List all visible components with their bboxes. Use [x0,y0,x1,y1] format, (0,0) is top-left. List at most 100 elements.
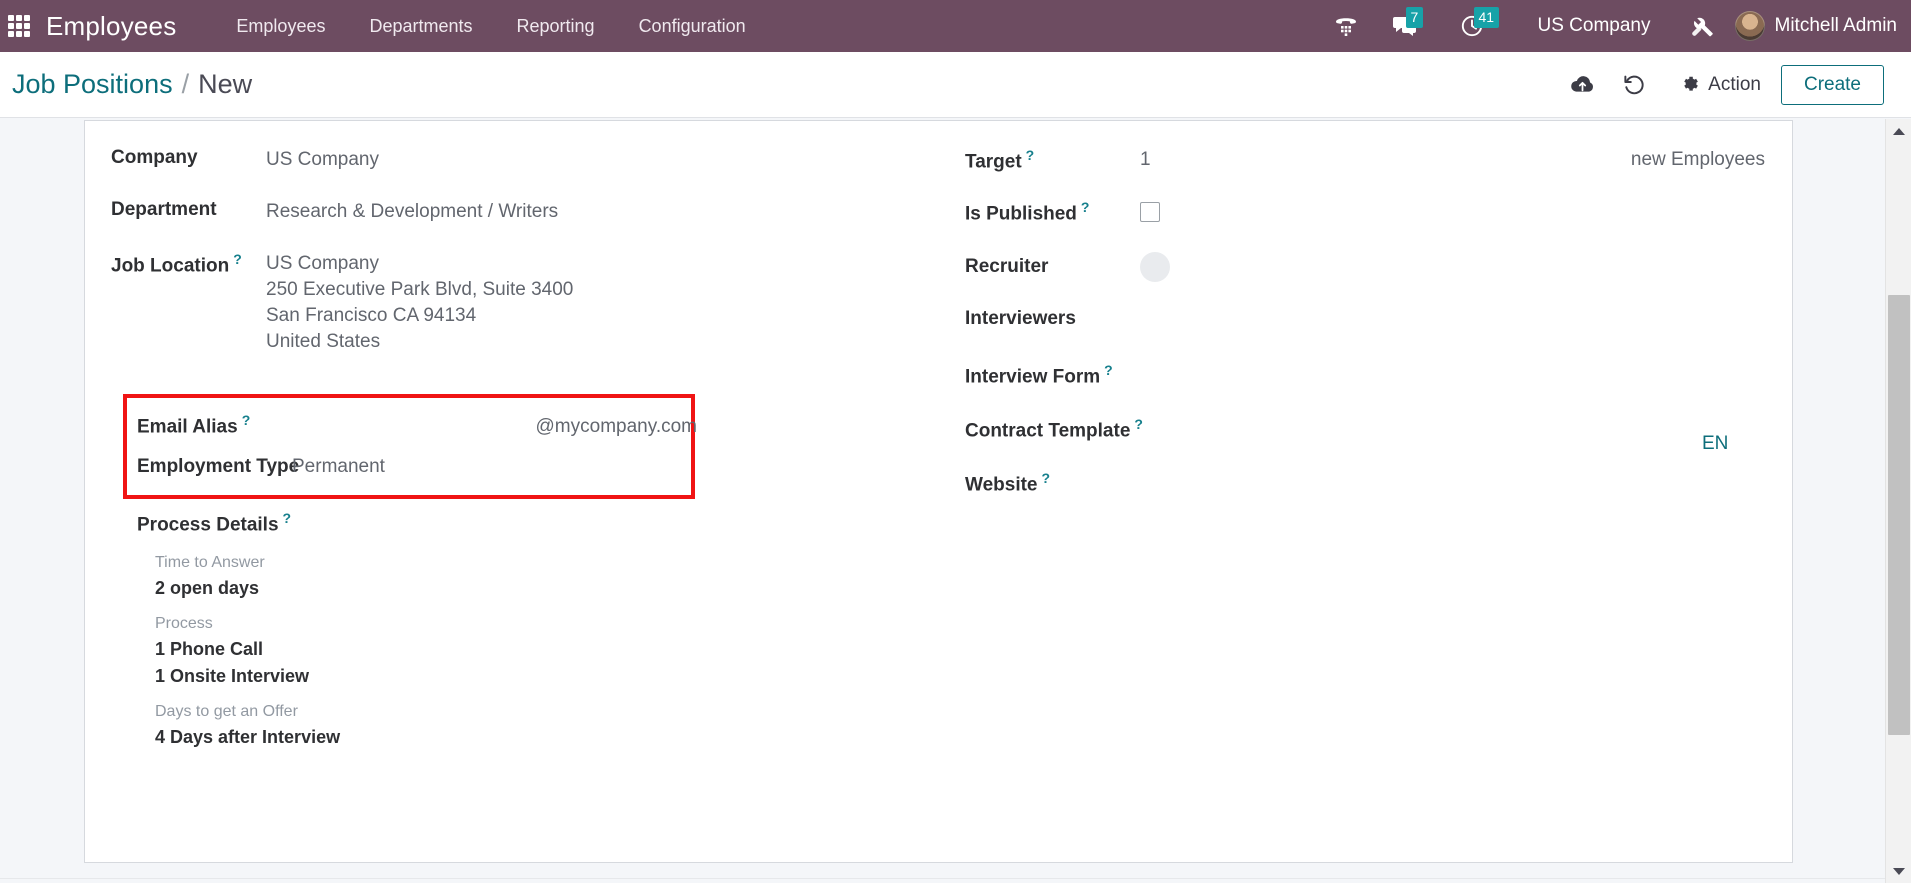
language-badge-en[interactable]: EN [1702,433,1728,455]
field-department: Department Research & Development / Writ… [111,199,941,225]
field-label-employment-type: Employment Type [137,456,300,477]
field-value-contract-template[interactable] [1140,416,1145,442]
field-value-department[interactable]: Research & Development / Writers [266,199,558,225]
field-website: Website? [965,470,1765,496]
field-label-website: Website? [965,470,1051,496]
field-company: Company US Company [111,147,941,173]
job-location-line-2: 250 Executive Park Blvd, Suite 3400 [266,279,574,301]
content-area: Company US Company Department Research &… [0,119,1880,883]
process-value: 4 Days after Interview [155,726,341,747]
help-tooltip-icon[interactable]: ? [1081,199,1090,215]
field-value-interview-form[interactable] [1140,362,1145,388]
process-value: 2 open days [155,578,260,599]
gear-icon [1684,76,1699,91]
top-navbar: Employees Employees Departments Reportin… [0,0,1911,52]
field-employment-type: Employment Type Permanent [137,454,385,480]
help-tooltip-icon[interactable]: ? [1104,362,1113,378]
highlight-rectangle [123,394,695,499]
field-label-recruiter: Recruiter [965,255,1049,277]
menu-item-departments[interactable]: Departments [347,16,494,37]
scroll-up-arrow-icon[interactable] [1886,119,1911,143]
cloud-upload-icon[interactable] [1570,72,1595,97]
scrollbar-thumb[interactable] [1888,295,1910,735]
field-interview-form: Interview Form? [965,362,1765,388]
field-value-job-location[interactable]: US Company 250 Executive Park Blvd, Suit… [266,251,573,355]
field-label-job-location: Job Location? [111,251,242,277]
user-avatar [1734,11,1765,41]
bottom-strip [0,878,1885,883]
process-details-title: Process Details? [137,510,292,536]
process-group-process: Process 1 Phone Call 1 Onsite Interview [155,615,340,688]
job-location-line-1: US Company [266,253,379,275]
help-tooltip-icon[interactable]: ? [283,510,292,526]
activities-count-badge: 41 [1473,7,1500,28]
field-email-alias: Email Alias? @mycompany.com [137,412,697,438]
field-label-interview-form: Interview Form? [965,361,1113,387]
field-target: Target? 1 new Employees [965,147,1765,173]
field-is-published: Is Published? [965,199,1765,225]
field-label-target: Target? [965,147,1035,173]
company-switcher[interactable]: US Company [1538,15,1651,37]
breadcrumb: Job Positions / New [12,69,252,100]
activities-menu[interactable]: 41 [1460,7,1500,38]
job-location-line-4: United States [266,331,381,353]
field-label-contract-template: Contract Template? [965,416,1143,442]
help-tooltip-icon[interactable]: ? [1026,147,1035,163]
phone-dialpad-icon[interactable] [1334,14,1358,38]
tools-icon[interactable] [1689,13,1715,39]
menu-item-employees[interactable]: Employees [214,16,347,37]
field-value-website[interactable] [1140,470,1145,496]
field-label-email-alias: Email Alias? [137,412,251,438]
action-button-label: Action [1708,73,1761,95]
field-value-company[interactable]: US Company [266,147,379,173]
process-key: Process [155,615,213,633]
create-button[interactable]: Create [1780,64,1884,105]
recruiter-avatar[interactable] [1140,251,1170,282]
user-name-label: Mitchell Admin [1774,15,1898,36]
field-label-interviewers: Interviewers [965,307,1076,329]
field-label-department: Department [111,199,217,221]
field-value-employment-type[interactable]: Permanent [292,454,385,480]
field-recruiter: Recruiter [965,251,1765,282]
form-sheet: Company US Company Department Research &… [84,120,1793,863]
app-brand-employees[interactable]: Employees [46,11,176,42]
field-value-target[interactable]: 1 [1140,149,1190,171]
field-value-email-alias-domain[interactable]: @mycompany.com [536,416,697,438]
breadcrumb-separator: / [181,69,190,99]
field-value-interviewers[interactable] [1140,308,1145,334]
breadcrumb-job-positions[interactable]: Job Positions [12,69,173,100]
field-job-location: Job Location? US Company 250 Executive P… [111,251,941,355]
job-location-line-3: San Francisco CA 94134 [266,305,477,327]
is-published-checkbox[interactable] [1140,202,1160,223]
process-key: Days to get an Offer [155,702,298,720]
vertical-scrollbar[interactable] [1885,119,1911,883]
process-value: 1 Onsite Interview [155,665,310,686]
action-button[interactable]: Action [1681,74,1761,96]
process-value: 1 Phone Call [155,639,264,660]
process-key: Time to Answer [155,554,265,572]
control-panel: Job Positions / New Action Create [0,52,1911,118]
form-column-right: Target? 1 new Employees Is Published? Re… [965,147,1765,523]
field-label-company: Company [111,147,198,168]
menu-item-reporting[interactable]: Reporting [495,16,617,37]
apps-grid-icon[interactable] [8,15,30,37]
process-group-days-to-offer: Days to get an Offer 4 Days after Interv… [155,703,340,750]
field-suffix-target: new Employees [1630,149,1765,171]
messages-menu[interactable]: 7 [1392,7,1424,38]
form-column-left: Company US Company Department Research &… [111,147,941,747]
user-menu[interactable]: Mitchell Admin [1734,11,1898,41]
breadcrumb-current: New [198,69,253,99]
field-label-is-published: Is Published? [965,199,1090,225]
menu-item-configuration[interactable]: Configuration [617,16,768,37]
job-position-form: Company US Company Department Research &… [85,121,1792,862]
main-menu: Employees Departments Reporting Configur… [214,16,767,37]
undo-icon[interactable] [1621,72,1646,97]
scroll-down-arrow-icon[interactable] [1886,859,1911,883]
process-details-section: Process Details? Time to Answer 2 open d… [137,510,340,764]
messages-count-badge: 7 [1405,7,1424,28]
help-tooltip-icon[interactable]: ? [1042,470,1051,486]
field-interviewers: Interviewers [965,308,1765,334]
field-contract-template: Contract Template? [965,416,1765,442]
help-tooltip-icon[interactable]: ? [233,251,242,267]
help-tooltip-icon[interactable]: ? [242,412,251,428]
